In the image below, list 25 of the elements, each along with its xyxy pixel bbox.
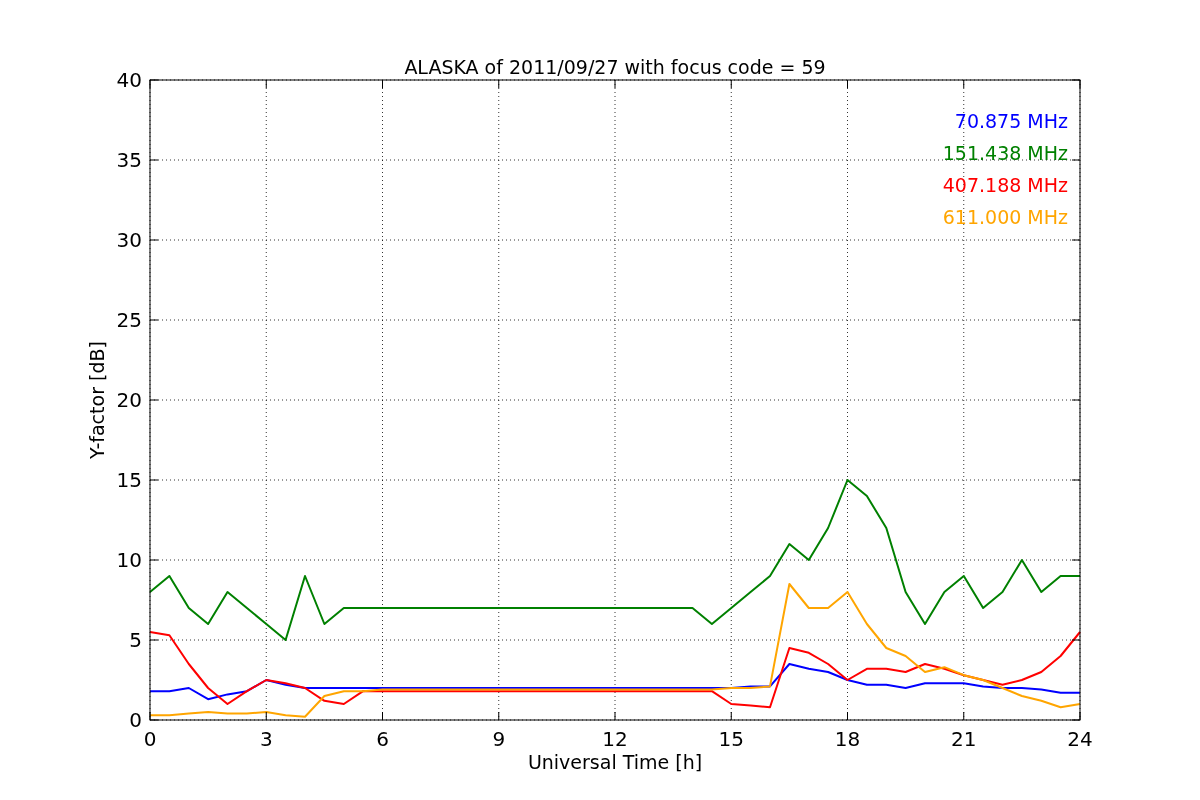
x-axis-label: Universal Time [h] [527, 751, 703, 773]
x-tick-label: 3 [259, 727, 273, 751]
chart-title: ALASKA of 2011/09/27 with focus code = 59 [404, 56, 826, 78]
y-tick-label: 0 [129, 708, 142, 732]
y-tick-label: 10 [116, 548, 142, 572]
x-tick-label: 15 [718, 727, 744, 751]
y-tick-label: 35 [116, 148, 142, 172]
y-axis-label: Y-factor [dB] [86, 341, 108, 459]
y-tick-label: 15 [116, 468, 142, 492]
y-tick-label: 20 [116, 388, 142, 412]
y-tick-label: 30 [116, 228, 142, 252]
x-tick-label: 24 [1067, 727, 1093, 751]
y-tick-label: 25 [116, 308, 142, 332]
x-tick-label: 18 [834, 727, 861, 751]
x-tick-label: 12 [602, 727, 628, 751]
legend-label: 611.000 MHz [942, 206, 1068, 228]
y-tick-label: 5 [129, 628, 142, 652]
y-tick-label: 40 [116, 68, 142, 92]
legend-label: 70.875 MHz [954, 110, 1068, 132]
x-tick-label: 0 [143, 727, 157, 751]
x-tick-label: 9 [492, 727, 506, 751]
legend-label: 151.438 MHz [942, 142, 1068, 164]
legend-label: 407.188 MHz [942, 174, 1068, 196]
x-tick-label: 6 [376, 727, 389, 751]
x-tick-label: 21 [951, 727, 977, 751]
